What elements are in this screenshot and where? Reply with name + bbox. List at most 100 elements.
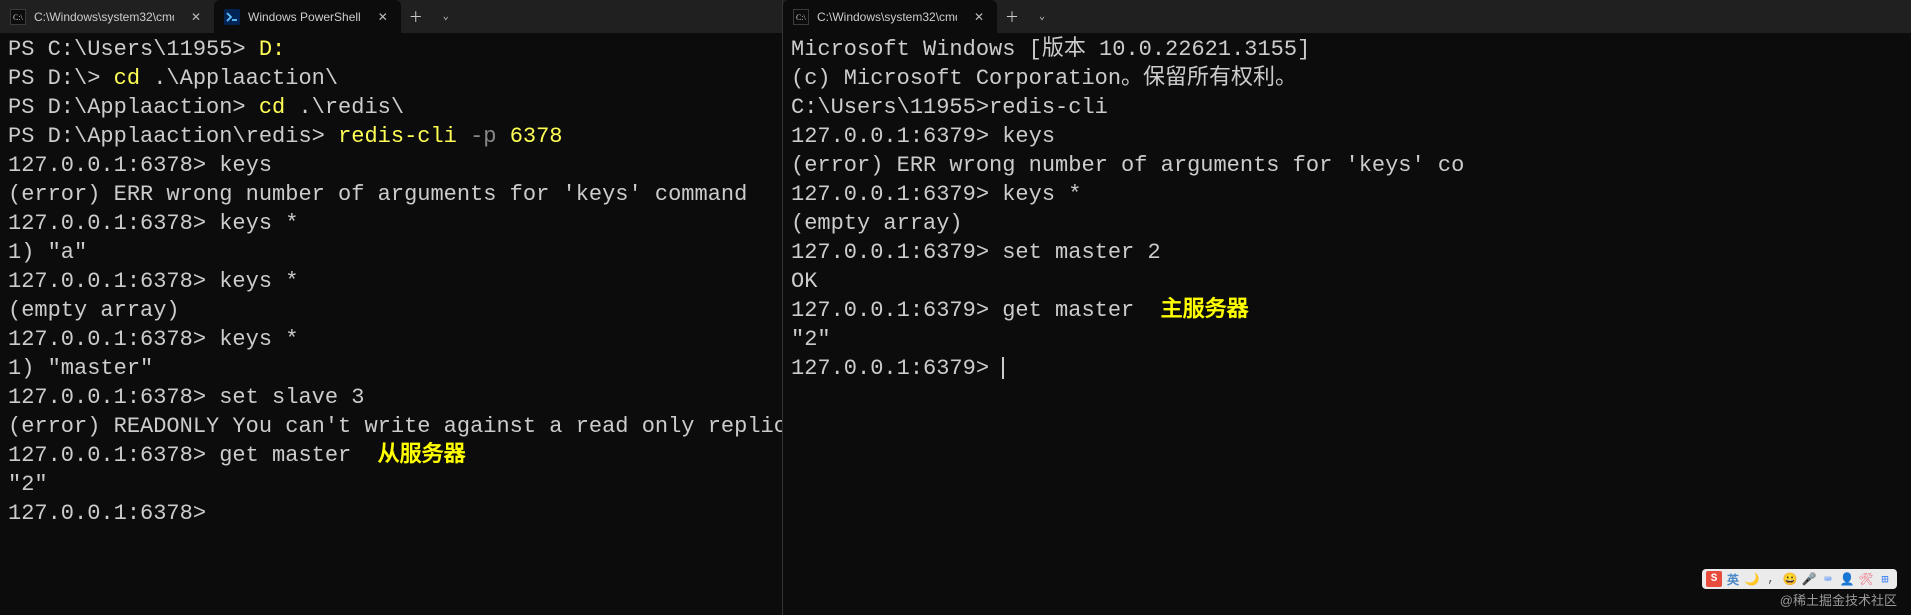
text-segment: 127.0.0.1:6379> set master 2 [791, 240, 1161, 265]
moon-icon[interactable]: 🌙 [1744, 571, 1760, 587]
tab-ps-title: Windows PowerShell [248, 10, 361, 24]
terminal-line: 127.0.0.1:6379> [791, 354, 1903, 383]
terminal-line: PS D:\> cd .\Applaaction\ [8, 64, 774, 93]
close-icon[interactable]: ✕ [188, 9, 204, 25]
terminal-line: PS C:\Users\11955> D: [8, 35, 774, 64]
text-segment: PS D:\> [8, 66, 114, 91]
tab-cmd-title: C:\Windows\system32\cmd.ex [34, 10, 174, 24]
text-segment: 主服务器 [1161, 298, 1249, 323]
terminal-line: "2" [8, 470, 774, 499]
face-icon[interactable]: 😀 [1782, 571, 1798, 587]
text-segment: D: [259, 37, 285, 62]
left-terminal-window: C:\ C:\Windows\system32\cmd.ex ✕ Windows… [0, 0, 783, 615]
terminal-line: 127.0.0.1:6378> [8, 499, 774, 528]
tool-icon[interactable]: 🛠 [1858, 571, 1874, 587]
text-segment: 127.0.0.1:6378> get master [8, 443, 378, 468]
terminal-line: (error) READONLY You can't write against… [8, 412, 774, 441]
new-tab-button[interactable]: ＋ [997, 2, 1027, 32]
right-terminal-body[interactable]: Microsoft Windows [版本 10.0.22621.3155] (c… [783, 33, 1911, 615]
text-segment: .\Applaaction\ [153, 66, 338, 91]
svg-text:C:\: C:\ [796, 13, 807, 22]
terminal-line: 127.0.0.1:6378> keys * [8, 209, 774, 238]
close-icon[interactable]: ✕ [375, 9, 391, 25]
cursor [1002, 357, 1004, 379]
right-terminal-window: C:\ C:\Windows\system32\cmd.ex ✕ ＋ ⌄ Mic… [783, 0, 1911, 615]
text-segment: 1) "a" [8, 240, 87, 265]
text-segment: 127.0.0.1:6379> [791, 356, 1002, 381]
mic-icon[interactable]: 🎤 [1801, 571, 1817, 587]
tab-cmd-right[interactable]: C:\ C:\Windows\system32\cmd.ex ✕ [783, 0, 997, 33]
text-segment: 127.0.0.1:6378> set slave 3 [8, 385, 364, 410]
person-icon[interactable]: 👤 [1839, 571, 1855, 587]
right-titlebar: C:\ C:\Windows\system32\cmd.ex ✕ ＋ ⌄ [783, 0, 1911, 33]
tab-cmd[interactable]: C:\ C:\Windows\system32\cmd.ex ✕ [0, 0, 214, 33]
text-segment: cd [114, 66, 154, 91]
lang-indicator[interactable]: 英 [1725, 571, 1741, 587]
terminal-line: "2" [791, 325, 1903, 354]
left-titlebar: C:\ C:\Windows\system32\cmd.ex ✕ Windows… [0, 0, 782, 33]
watermark: @稀土掘金技术社区 [1780, 590, 1897, 609]
terminal-line: 127.0.0.1:6379> get master 主服务器 [791, 296, 1903, 325]
tab-powershell[interactable]: Windows PowerShell ✕ [214, 0, 401, 33]
text-segment: 127.0.0.1:6378> keys * [8, 269, 298, 294]
terminal-line: C:\Users\11955>redis-cli [791, 93, 1903, 122]
text-segment: (empty array) [8, 298, 180, 323]
cmd-icon: C:\ [793, 9, 809, 25]
terminal-line: 127.0.0.1:6379> set master 2 [791, 238, 1903, 267]
text-segment: (error) ERR wrong number of arguments fo… [8, 182, 747, 207]
tab-dropdown[interactable]: ⌄ [1027, 2, 1057, 32]
text-segment: 127.0.0.1:6379> get master [791, 298, 1161, 323]
close-icon[interactable]: ✕ [971, 9, 987, 25]
text-segment: Microsoft Windows [版本 10.0.22621.3155] [791, 37, 1310, 62]
text-segment: 127.0.0.1:6379> keys * [791, 182, 1081, 207]
text-segment: "2" [791, 327, 831, 352]
terminal-line: 1) "a" [8, 238, 774, 267]
svg-text:C:\: C:\ [13, 13, 24, 22]
new-tab-button[interactable]: ＋ [401, 2, 431, 32]
terminal-line: 127.0.0.1:6378> keys * [8, 325, 774, 354]
comma-icon[interactable]: , [1763, 571, 1779, 587]
terminal-line: PS D:\Applaaction> cd .\redis\ [8, 93, 774, 122]
terminal-line: 1) "master" [8, 354, 774, 383]
terminal-line: 127.0.0.1:6378> keys [8, 151, 774, 180]
terminal-line: 127.0.0.1:6378> get master 从服务器 [8, 441, 774, 470]
text-segment: PS D:\Applaaction\redis> [8, 124, 338, 149]
terminal-line: 127.0.0.1:6379> keys [791, 122, 1903, 151]
text-segment: 从服务器 [378, 443, 466, 468]
text-segment: -p [470, 124, 510, 149]
terminal-line: OK [791, 267, 1903, 296]
text-segment: PS C:\Users\11955> [8, 37, 259, 62]
text-segment: (error) ERR wrong number of arguments fo… [791, 153, 1464, 178]
left-terminal-body[interactable]: PS C:\Users\11955> D:PS D:\> cd .\Applaa… [0, 33, 782, 615]
text-segment: (c) Microsoft Corporation。保留所有权利。 [791, 66, 1297, 91]
terminal-line: 127.0.0.1:6378> set slave 3 [8, 383, 774, 412]
terminal-line: (empty array) [791, 209, 1903, 238]
terminal-line: 127.0.0.1:6379> keys * [791, 180, 1903, 209]
text-segment: "2" [8, 472, 48, 497]
text-segment: 1) "master" [8, 356, 153, 381]
powershell-icon [224, 9, 240, 25]
text-segment: 127.0.0.1:6379> keys [791, 124, 1055, 149]
text-segment: 127.0.0.1:6378> keys * [8, 327, 298, 352]
text-segment: C:\Users\11955>redis-cli [791, 95, 1108, 120]
text-segment: (empty array) [791, 211, 963, 236]
terminal-line: (error) ERR wrong number of arguments fo… [791, 151, 1903, 180]
terminal-line: (c) Microsoft Corporation。保留所有权利。 [791, 64, 1903, 93]
text-segment: redis-cli [338, 124, 470, 149]
text-segment: 127.0.0.1:6378> [8, 501, 206, 526]
terminal-line: 127.0.0.1:6378> keys * [8, 267, 774, 296]
ime-tray[interactable]: S 英 🌙 , 😀 🎤 ⌨ 👤 🛠 ⊞ [1702, 569, 1897, 589]
keyboard-icon[interactable]: ⌨ [1820, 571, 1836, 587]
sogou-icon[interactable]: S [1706, 571, 1722, 587]
text-segment: PS D:\Applaaction> [8, 95, 259, 120]
text-segment: .\redis\ [298, 95, 404, 120]
grid-icon[interactable]: ⊞ [1877, 571, 1893, 587]
text-segment: 127.0.0.1:6378> keys [8, 153, 272, 178]
terminal-line: Microsoft Windows [版本 10.0.22621.3155] [791, 35, 1903, 64]
terminal-line: (empty array) [8, 296, 774, 325]
text-segment: (error) READONLY You can't write against… [8, 414, 782, 439]
terminal-line: (error) ERR wrong number of arguments fo… [8, 180, 774, 209]
tab-dropdown[interactable]: ⌄ [431, 2, 461, 32]
tab-cmd-right-title: C:\Windows\system32\cmd.ex [817, 10, 957, 24]
text-segment: cd [259, 95, 299, 120]
